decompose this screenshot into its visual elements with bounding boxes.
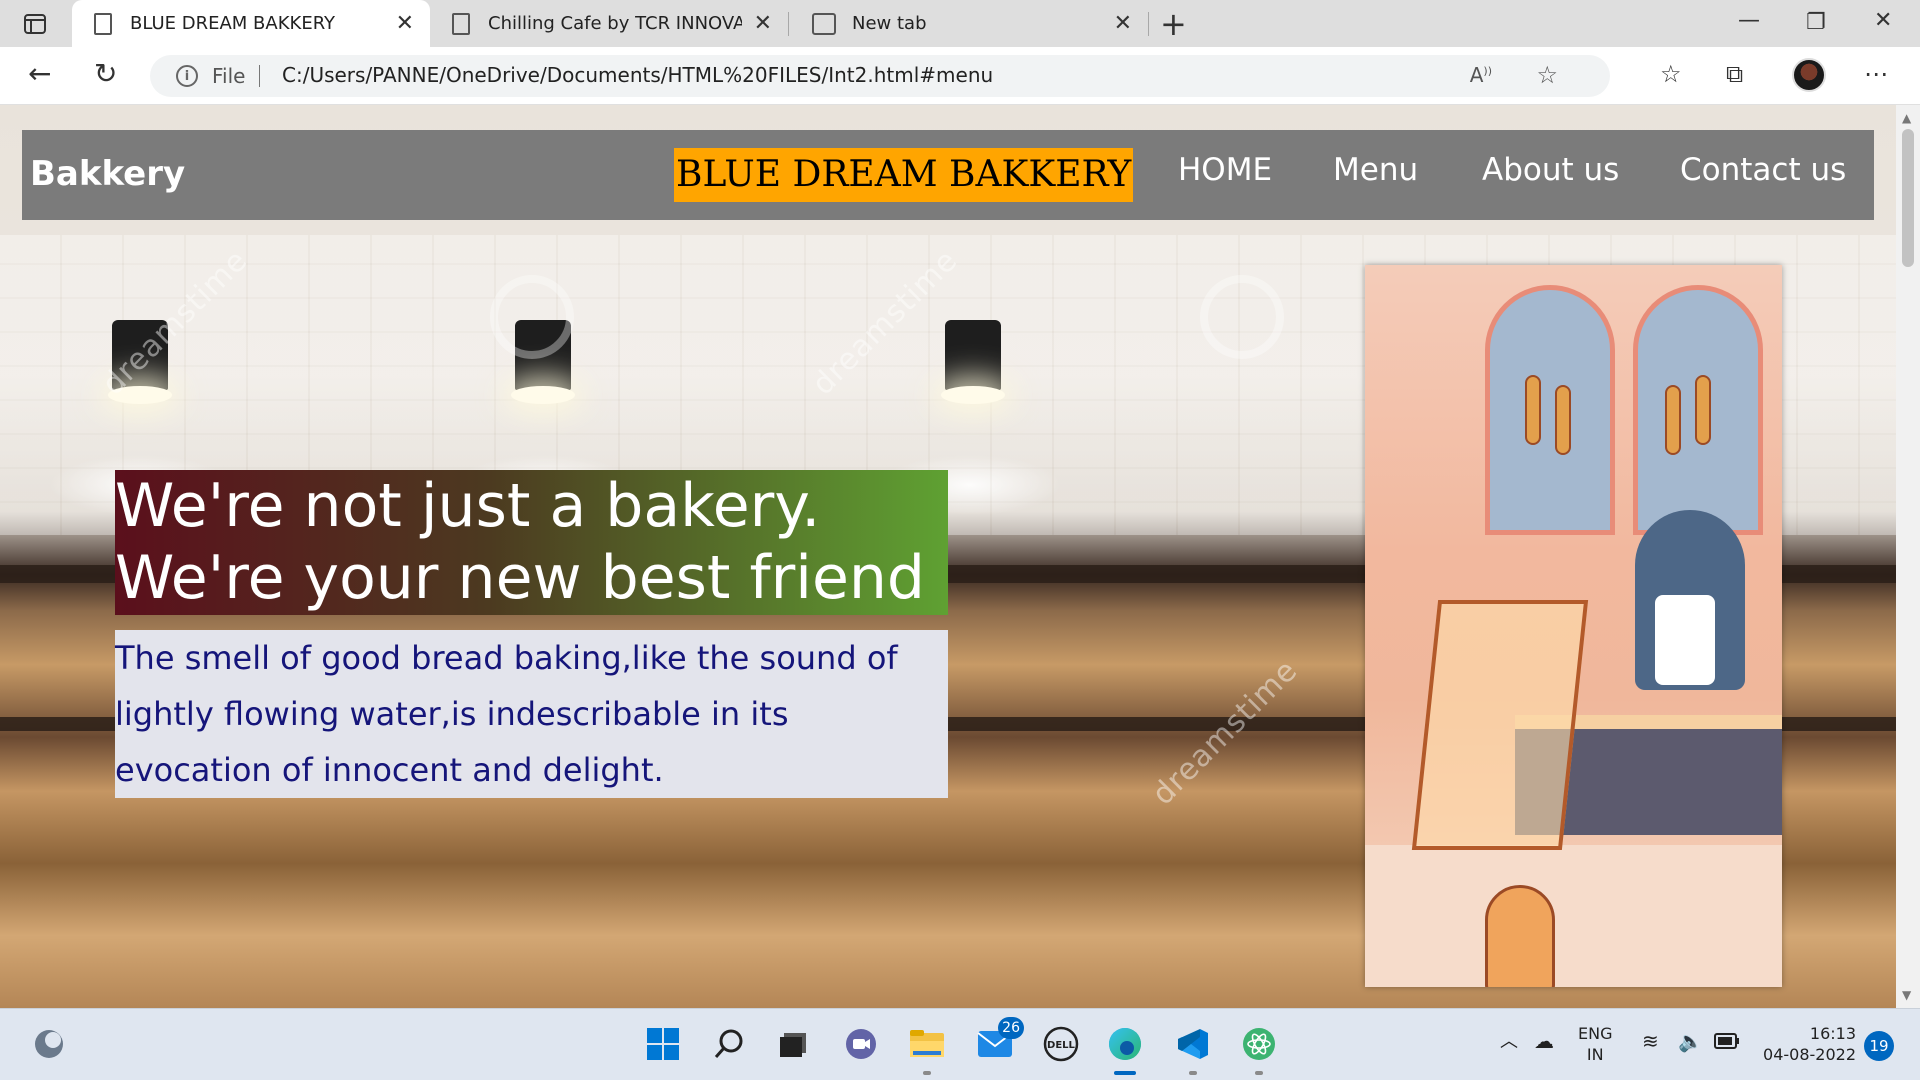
tab-title: New tab (852, 13, 927, 34)
widgets-icon[interactable] (28, 1023, 70, 1065)
tab-title: BLUE DREAM BAKKERY (130, 13, 336, 34)
start-icon[interactable] (642, 1023, 684, 1065)
page-icon (452, 12, 470, 35)
restore-icon[interactable]: ❐ (1806, 10, 1826, 35)
clock[interactable]: 16:13 04-08-2022 (1756, 1023, 1856, 1065)
more-icon[interactable]: ⋯ (1864, 60, 1888, 88)
language-indicator[interactable]: ENG IN (1578, 1023, 1612, 1065)
bread-loaf (1665, 385, 1681, 455)
taskbar: 26 DELL ︿ ☁ ENG IN ≋ 🔈 16:13 04-08-2022 … (0, 1008, 1920, 1080)
nav-home[interactable]: HOME (1178, 152, 1272, 188)
new-tab-button[interactable]: + (1160, 6, 1187, 42)
watermark-logo (1200, 275, 1284, 359)
close-window-icon[interactable]: ✕ (1874, 8, 1892, 33)
tab-blue-dream-bakkery[interactable]: BLUE DREAM BAKKERY ✕ (72, 0, 430, 47)
floor (1365, 845, 1782, 987)
site-navbar: Bakkery BLUE DREAM BAKKERY HOME Menu Abo… (22, 130, 1874, 220)
new-tab-page-icon (812, 12, 836, 35)
wifi-icon[interactable]: ≋ (1642, 1031, 1659, 1052)
page-viewport: dreamstime dreamstime dreamstime Bakkery… (0, 105, 1896, 1008)
baker-apron (1655, 595, 1715, 685)
bread-loaf (1695, 375, 1711, 445)
tab-title: Chilling Cafe by TCR INNOVATIO (488, 13, 742, 34)
mail-icon[interactable]: 26 (974, 1017, 1024, 1065)
hero-line-2: We're your new best friend (115, 543, 925, 613)
watermark-text: dreamstime (1145, 652, 1305, 813)
display-case (1411, 600, 1589, 850)
scroll-thumb[interactable] (1902, 129, 1914, 267)
region-code: IN (1586, 1045, 1604, 1064)
close-tab-icon[interactable]: ✕ (1114, 11, 1132, 36)
info-icon[interactable]: i (176, 65, 198, 87)
ceiling-lamp (941, 320, 1005, 404)
bakery-illustration (1365, 265, 1782, 987)
watermark-text: dreamstime (805, 242, 965, 403)
tab-new-tab[interactable]: New tab ✕ (790, 0, 1148, 47)
watermark-logo (490, 275, 574, 359)
svg-text:DELL: DELL (1047, 1040, 1076, 1051)
tab-strip: BLUE DREAM BAKKERY ✕ Chilling Cafe by TC… (0, 0, 1920, 47)
chat-icon[interactable] (840, 1023, 882, 1065)
address-row: ← ↻ i File C:/Users/PANNE/OneDrive/Docum… (0, 47, 1920, 105)
arch-window (1485, 285, 1615, 535)
atom-icon[interactable] (1238, 1023, 1280, 1075)
clock-time: 16:13 (1809, 1024, 1856, 1043)
edge-browser-icon[interactable] (1104, 1023, 1146, 1075)
nav-about-us[interactable]: About us (1482, 152, 1619, 188)
tab-divider (788, 12, 789, 36)
language-code: ENG (1578, 1024, 1613, 1043)
scroll-up-icon[interactable]: ▲ (1902, 111, 1911, 125)
page-icon (94, 12, 112, 35)
show-hidden-icons-icon[interactable]: ︿ (1500, 1031, 1518, 1052)
site-title: BLUE DREAM BAKKERY (674, 148, 1134, 202)
back-icon[interactable]: ← (28, 59, 51, 89)
customer-character (1485, 885, 1555, 987)
bread-loaf (1555, 385, 1571, 455)
onedrive-icon[interactable]: ☁ (1534, 1031, 1554, 1052)
favorites-icon[interactable]: ☆ (1660, 60, 1682, 88)
minimize-icon[interactable]: — (1738, 8, 1760, 33)
tab-actions-icon[interactable] (22, 12, 48, 36)
hero-line-1: We're not just a bakery. (115, 471, 821, 541)
clock-date: 04-08-2022 (1763, 1045, 1856, 1064)
task-view-icon[interactable] (772, 1023, 814, 1065)
nav-contact-us[interactable]: Contact us (1680, 152, 1846, 188)
page-scrollbar[interactable]: ▲ ▼ (1896, 105, 1920, 1008)
volume-icon[interactable]: 🔈 (1678, 1031, 1703, 1052)
address-divider (259, 65, 260, 87)
read-aloud-icon[interactable]: A)) (1470, 63, 1492, 87)
url-text[interactable]: C:/Users/PANNE/OneDrive/Documents/HTML%2… (282, 63, 993, 87)
scroll-down-icon[interactable]: ▼ (1902, 988, 1911, 1002)
hero-heading: We're not just a bakery. We're your new … (115, 470, 948, 615)
dell-icon[interactable]: DELL (1040, 1023, 1082, 1065)
address-bar[interactable]: i File C:/Users/PANNE/OneDrive/Documents… (150, 55, 1610, 97)
close-tab-icon[interactable]: ✕ (396, 11, 414, 36)
battery-icon[interactable] (1714, 1033, 1740, 1054)
brand-logo[interactable]: Bakkery (30, 154, 185, 194)
profile-avatar[interactable] (1792, 58, 1826, 92)
bread-loaf (1525, 375, 1541, 445)
close-tab-icon[interactable]: ✕ (754, 11, 772, 36)
refresh-icon[interactable]: ↻ (94, 59, 117, 89)
collections-icon[interactable]: ⧉ (1726, 60, 1743, 88)
hero-paragraph: The smell of good bread baking,like the … (115, 630, 948, 798)
mail-badge: 26 (998, 1017, 1024, 1039)
notification-badge[interactable]: 19 (1864, 1031, 1894, 1061)
nav-menu[interactable]: Menu (1333, 152, 1418, 188)
add-favorite-icon[interactable]: ☆ (1536, 61, 1558, 89)
file-explorer-icon[interactable] (906, 1023, 948, 1075)
tab-divider (1148, 12, 1149, 36)
vscode-icon[interactable] (1172, 1023, 1214, 1075)
scheme-label: File (212, 64, 246, 88)
search-icon[interactable] (708, 1023, 750, 1065)
tab-chilling-cafe[interactable]: Chilling Cafe by TCR INNOVATIO ✕ (430, 0, 788, 47)
